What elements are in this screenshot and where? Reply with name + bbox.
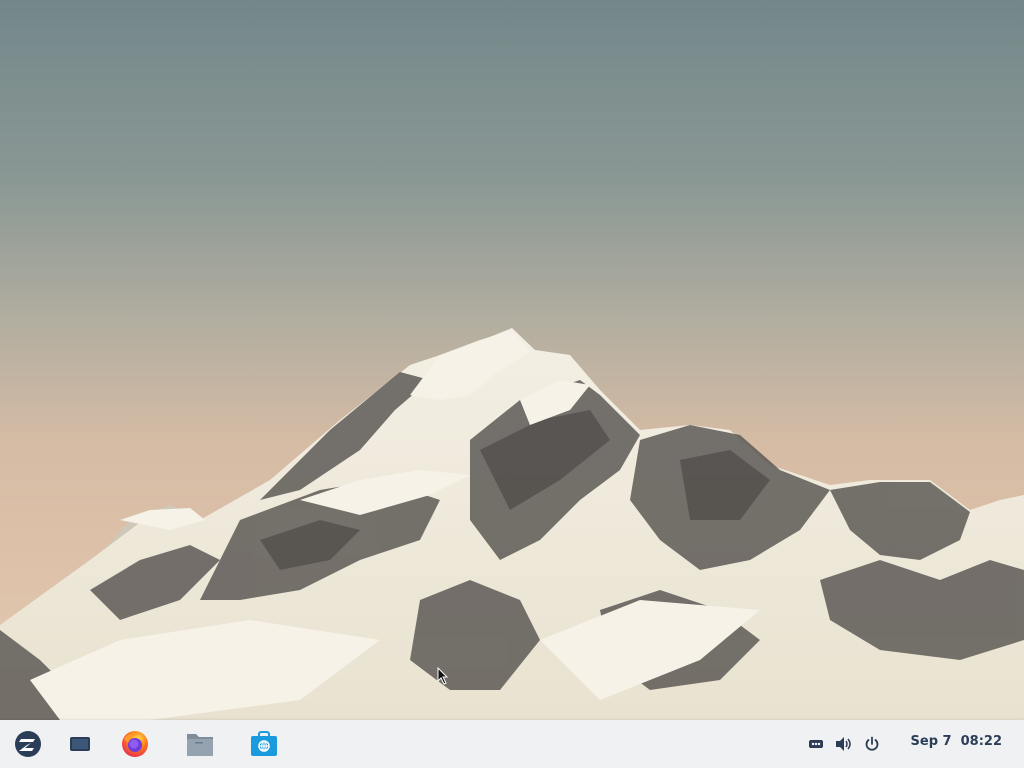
firefox-button[interactable]	[119, 728, 151, 760]
mouse-pointer-icon	[437, 667, 449, 685]
wallpaper-mountain	[0, 328, 1024, 720]
volume-icon	[836, 737, 851, 751]
software-store-icon	[251, 731, 277, 756]
taskbar: Sep 7 08:22	[0, 720, 1024, 768]
clock-date: Sep 7	[910, 734, 952, 749]
workspace-switcher-icon	[70, 737, 90, 751]
files-button[interactable]	[184, 728, 216, 760]
zorin-menu-icon	[15, 731, 41, 757]
clock-time: 08:22	[960, 734, 1002, 749]
workspace-switcher-button[interactable]	[64, 728, 96, 760]
power-button[interactable]	[862, 732, 882, 756]
network-icon	[809, 740, 823, 748]
clock[interactable]: Sep 7 08:22	[911, 734, 1002, 749]
volume-button[interactable]	[832, 732, 854, 756]
network-button[interactable]	[806, 732, 826, 756]
desktop[interactable]	[0, 0, 1024, 720]
zorin-menu-button[interactable]	[12, 728, 44, 760]
firefox-icon	[122, 731, 148, 757]
files-folder-icon	[187, 734, 213, 756]
power-icon	[865, 736, 879, 751]
software-store-button[interactable]	[248, 728, 280, 760]
